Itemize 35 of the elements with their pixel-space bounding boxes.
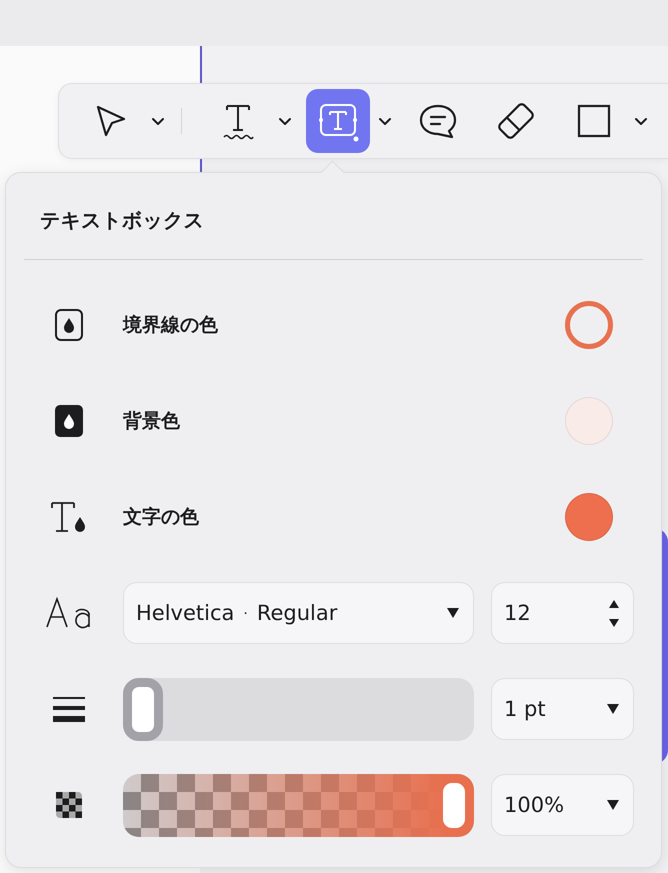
color-label: 背景色: [123, 409, 181, 434]
line-width-select[interactable]: 1 pt: [491, 678, 634, 740]
caret-icon[interactable]: [278, 116, 292, 126]
rectangle-icon: [577, 104, 611, 138]
text-icon: [221, 102, 255, 140]
text-color-icon: [50, 500, 88, 534]
line-weight-icon: [52, 696, 86, 722]
eraser-icon: [496, 101, 536, 141]
background-color-icon: [54, 404, 84, 438]
comment-icon: [418, 102, 458, 140]
font-size-field[interactable]: 12: [491, 582, 634, 644]
color-swatch[interactable]: [565, 301, 613, 349]
dropdown-arrow-icon[interactable]: [447, 608, 459, 618]
font-size-value: 12: [504, 601, 531, 625]
opacity-icon: [56, 792, 82, 818]
color-label: 境界線の色: [123, 313, 219, 338]
opacity-select[interactable]: 100%: [491, 774, 634, 836]
color-label: 文字の色: [123, 505, 200, 530]
panel-title: テキストボックス: [39, 207, 205, 234]
text-box-tool[interactable]: [306, 89, 370, 153]
border-color-icon: [54, 308, 84, 342]
opacity-value: 100%: [504, 793, 564, 817]
caret-icon[interactable]: [378, 116, 392, 126]
font-icon: [45, 597, 93, 629]
opacity-slider[interactable]: [123, 774, 474, 836]
caret-icon[interactable]: [634, 116, 648, 126]
pointer-icon: [94, 104, 128, 138]
dropdown-arrow-icon[interactable]: [607, 704, 619, 714]
caret-icon[interactable]: [151, 116, 165, 126]
stepper-icon[interactable]: [609, 600, 619, 626]
slider-thumb[interactable]: [123, 678, 163, 740]
line-width-value: 1 pt: [504, 697, 546, 721]
line-width-slider[interactable]: [123, 678, 474, 740]
slider-thumb[interactable]: [443, 782, 465, 828]
dropdown-arrow-icon[interactable]: [607, 800, 619, 810]
